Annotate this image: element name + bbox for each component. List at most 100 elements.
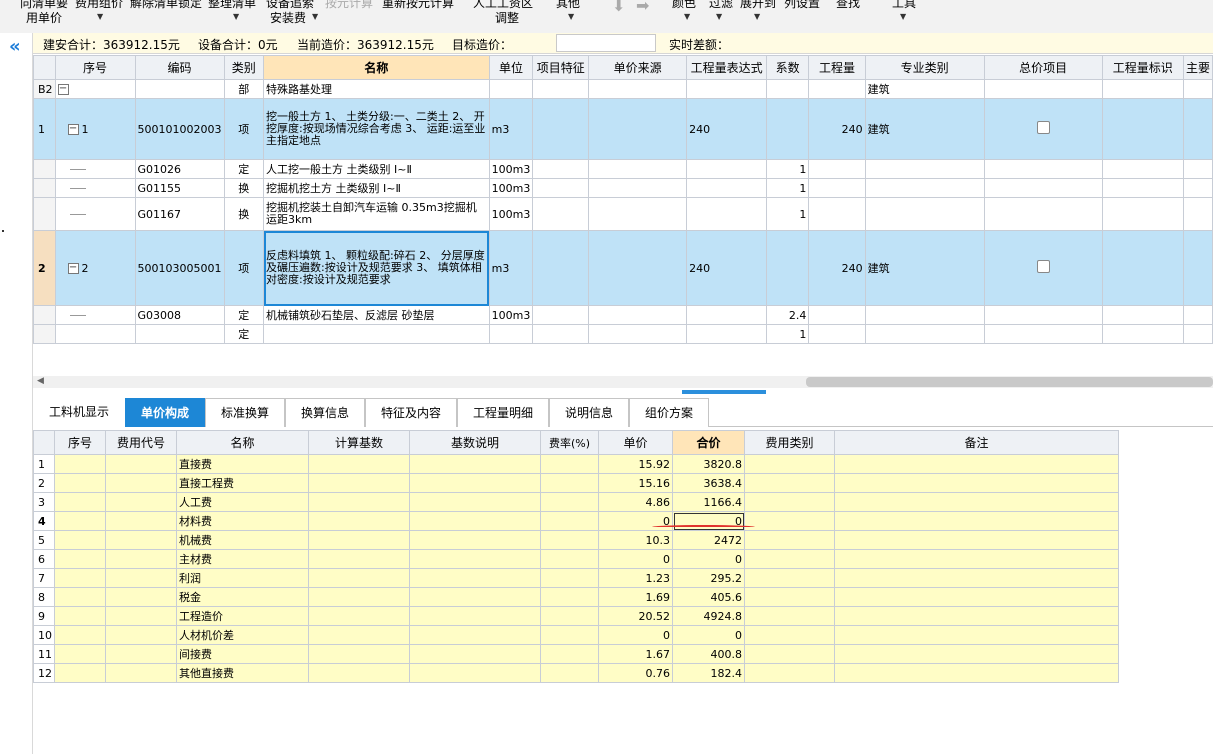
col-header-type[interactable]: 类别 <box>223 55 265 80</box>
code-cell[interactable]: G01026 <box>134 159 225 179</box>
tab-quantity-detail[interactable]: 工程量明细 <box>457 398 549 427</box>
coef-cell[interactable]: 1 <box>765 324 810 344</box>
col-header-main[interactable]: 主要 <box>1182 55 1213 80</box>
name-cell[interactable]: 间接费 <box>176 644 309 664</box>
unit-price-cell[interactable]: 15.16 <box>598 473 673 493</box>
tab-conversion-info[interactable]: 换算信息 <box>285 398 365 427</box>
base-desc-cell[interactable] <box>409 549 541 569</box>
type-cell[interactable]: 项 <box>223 230 265 306</box>
price-source-cell[interactable] <box>588 178 688 198</box>
fee-code-cell[interactable] <box>105 511 177 531</box>
fee-type-cell[interactable] <box>744 587 835 607</box>
type-cell[interactable]: 定 <box>223 305 265 325</box>
base-desc-cell[interactable] <box>409 511 541 531</box>
fee-code-cell[interactable] <box>105 606 177 626</box>
col-header-price-source[interactable]: 单价来源 <box>588 55 688 80</box>
seq-cell[interactable] <box>54 625 106 645</box>
col-header-coef[interactable]: 系数 <box>765 55 810 80</box>
seq-cell[interactable] <box>54 492 106 512</box>
unit-cell[interactable] <box>488 79 534 99</box>
target-cost-input[interactable] <box>556 34 656 52</box>
profession-cell[interactable]: 建筑 <box>864 79 985 99</box>
calc-base-cell[interactable] <box>308 549 410 569</box>
coef-cell[interactable]: 1 <box>765 159 810 179</box>
fee-type-cell[interactable] <box>744 625 835 645</box>
toolbar-item[interactable]: 重新按元计算 <box>382 0 454 11</box>
remark-cell[interactable] <box>834 530 1119 550</box>
fee-code-cell[interactable] <box>105 473 177 493</box>
type-cell[interactable]: 项 <box>223 98 265 160</box>
total-item-checkbox[interactable] <box>1036 260 1050 273</box>
code-cell[interactable]: 500103005001 <box>134 230 225 306</box>
unit-cell[interactable] <box>488 324 534 344</box>
rate-cell[interactable] <box>540 663 599 683</box>
base-desc-cell[interactable] <box>409 454 541 474</box>
qty-expr-cell[interactable] <box>686 178 767 198</box>
remark-cell[interactable] <box>834 644 1119 664</box>
total-item-cell[interactable] <box>983 197 1103 231</box>
total-item-cell[interactable] <box>983 159 1103 179</box>
col-header-code[interactable]: 编码 <box>134 55 225 80</box>
calc-base-cell[interactable] <box>308 663 410 683</box>
code-cell[interactable]: G01155 <box>134 178 225 198</box>
table-row[interactable]: 7 利润 1.23 295.2 <box>33 568 1119 588</box>
tree-cell[interactable] <box>54 178 136 198</box>
name-cell[interactable]: 税金 <box>176 587 309 607</box>
fee-type-cell[interactable] <box>744 454 835 474</box>
table-row[interactable]: G01167 换 挖掘机挖装土自卸汽车运输 0.35m3挖掘机运距3km 100… <box>33 197 1213 231</box>
main-cell[interactable] <box>1182 197 1213 231</box>
base-desc-cell[interactable] <box>409 587 541 607</box>
base-desc-cell[interactable] <box>409 606 541 626</box>
qty-expr-cell[interactable] <box>686 197 767 231</box>
toolbar-item[interactable]: 展开到 <box>740 0 776 11</box>
table-row[interactable]: 8 税金 1.69 405.6 <box>33 587 1119 607</box>
base-desc-cell[interactable] <box>409 644 541 664</box>
col-header-rate[interactable]: 费率(%) <box>540 430 599 455</box>
qty-expr-cell[interactable]: 240 <box>686 98 767 160</box>
seq-cell[interactable] <box>54 606 106 626</box>
base-desc-cell[interactable] <box>409 530 541 550</box>
arrow-right-icon[interactable]: ➡ <box>636 0 649 15</box>
collapse-icon[interactable]: − <box>57 84 69 95</box>
qty-cell[interactable] <box>808 178 866 198</box>
col-header-base-desc[interactable]: 基数说明 <box>409 430 541 455</box>
qty-expr-cell[interactable]: 240 <box>686 230 767 306</box>
calc-base-cell[interactable] <box>308 473 410 493</box>
qty-flag-cell[interactable] <box>1101 98 1184 160</box>
col-header-unit-price[interactable]: 单价 <box>598 430 673 455</box>
price-source-cell[interactable] <box>588 230 688 306</box>
calc-base-cell[interactable] <box>308 644 410 664</box>
main-cell[interactable] <box>1182 178 1213 198</box>
qty-cell[interactable] <box>808 159 866 179</box>
fee-type-cell[interactable] <box>744 568 835 588</box>
unit-price-cell[interactable]: 4.86 <box>598 492 673 512</box>
unit-cell[interactable]: 100m3 <box>488 159 534 179</box>
calc-base-cell[interactable] <box>308 530 410 550</box>
unit-price-cell[interactable]: 0.76 <box>598 663 673 683</box>
rate-cell[interactable] <box>540 492 599 512</box>
name-cell[interactable]: 挖掘机挖土方 土类级别 Ⅰ~Ⅱ <box>263 178 490 198</box>
toolbar-subitem[interactable]: 调整 <box>495 9 519 26</box>
chevron-down-icon[interactable]: ▼ <box>568 12 574 21</box>
table-row[interactable]: 12 其他直接费 0.76 182.4 <box>33 663 1119 683</box>
chevron-down-icon[interactable]: ▼ <box>684 12 690 21</box>
feature-cell[interactable] <box>532 98 590 160</box>
total-item-cell[interactable] <box>983 230 1103 306</box>
remark-cell[interactable] <box>834 606 1119 626</box>
remark-cell[interactable] <box>834 587 1119 607</box>
tree-cell[interactable]: − <box>54 79 136 99</box>
qty-flag-cell[interactable] <box>1101 305 1184 325</box>
price-source-cell[interactable] <box>588 305 688 325</box>
total-item-cell[interactable] <box>983 305 1103 325</box>
total-cell[interactable]: 182.4 <box>672 663 745 683</box>
toolbar-item[interactable]: 工具 <box>892 0 916 11</box>
col-header-name[interactable]: 名称 <box>263 55 490 80</box>
unit-price-cell[interactable]: 1.23 <box>598 568 673 588</box>
tab-unit-price-composition[interactable]: 单价构成 <box>125 398 205 427</box>
collapse-icon[interactable]: − <box>67 124 79 135</box>
total-cell[interactable]: 0 <box>672 549 745 569</box>
name-cell[interactable]: 挖一般土方 1、 土类分级:一、二类土 2、 开挖厚度:按现场情况综合考虑 3、… <box>263 98 490 160</box>
rate-cell[interactable] <box>540 587 599 607</box>
name-cell[interactable]: 机械铺筑砂石垫层、反滤层 砂垫层 <box>263 305 490 325</box>
total-cell[interactable]: 1166.4 <box>672 492 745 512</box>
